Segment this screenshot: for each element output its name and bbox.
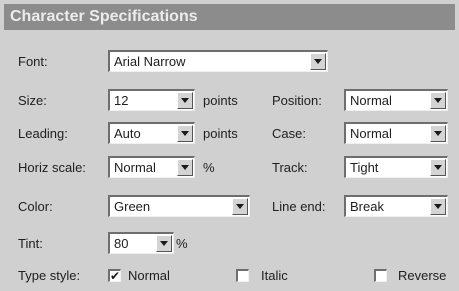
track-dropdown-arrow-icon[interactable] [430,159,446,176]
leading-value: Auto [114,126,141,141]
line-end-dropdown-arrow-icon[interactable] [430,198,446,215]
normal-checkbox[interactable]: ✔ [108,269,121,282]
font-value: Arial Narrow [114,54,186,69]
position-label: Position: [272,93,322,108]
position-value: Normal [350,93,392,108]
leading-dropdown-arrow-icon[interactable] [177,125,193,142]
track-dropdown[interactable]: Tight [344,156,448,178]
track-value: Tight [350,160,379,175]
normal-checkbox-label[interactable]: Normal [128,268,170,284]
character-specifications-dialog: Character Specifications Font: Arial Nar… [0,0,459,291]
horiz-scale-label: Horiz scale: [18,160,86,175]
horiz-scale-dropdown-arrow-icon[interactable] [177,159,193,176]
type-style-label: Type style: [18,268,81,283]
color-label: Color: [18,199,53,214]
dialog-title: Character Specifications [10,8,198,25]
case-label: Case: [272,126,306,141]
size-label: Size: [18,93,47,108]
font-label: Font: [18,54,48,69]
tint-unit: % [176,236,188,251]
position-dropdown-arrow-icon[interactable] [430,92,446,109]
line-end-value: Break [350,199,384,214]
leading-unit: points [203,126,238,141]
reverse-checkbox[interactable] [374,269,387,282]
horiz-scale-unit: % [203,160,215,175]
position-dropdown[interactable]: Normal [344,89,448,111]
color-value: Green [114,199,151,214]
case-dropdown-arrow-icon[interactable] [430,125,446,142]
size-dropdown[interactable]: 12 [108,89,195,111]
line-end-dropdown[interactable]: Break [344,195,448,217]
horiz-scale-value: Normal [114,160,156,175]
reverse-checkbox-label[interactable]: Reverse [398,268,446,284]
font-dropdown-arrow-icon[interactable] [310,53,326,70]
title-bar: Character Specifications [4,4,455,30]
leading-label: Leading: [18,126,68,141]
italic-checkbox[interactable] [236,269,249,282]
leading-dropdown[interactable]: Auto [108,122,195,144]
tint-label: Tint: [18,236,43,251]
size-value: 12 [114,93,129,108]
color-dropdown[interactable]: Green [108,195,250,217]
tint-dropdown[interactable]: 80 [108,232,174,254]
italic-checkbox-label[interactable]: Italic [261,268,288,284]
size-dropdown-arrow-icon[interactable] [177,92,193,109]
size-unit: points [203,93,238,108]
line-end-label: Line end: [272,199,326,214]
tint-dropdown-arrow-icon[interactable] [156,235,172,252]
case-value: Normal [350,126,392,141]
horiz-scale-dropdown[interactable]: Normal [108,156,195,178]
tint-value: 80 [114,236,129,251]
font-dropdown[interactable]: Arial Narrow [108,50,328,72]
track-label: Track: [272,160,308,175]
color-dropdown-arrow-icon[interactable] [232,198,248,215]
case-dropdown[interactable]: Normal [344,122,448,144]
